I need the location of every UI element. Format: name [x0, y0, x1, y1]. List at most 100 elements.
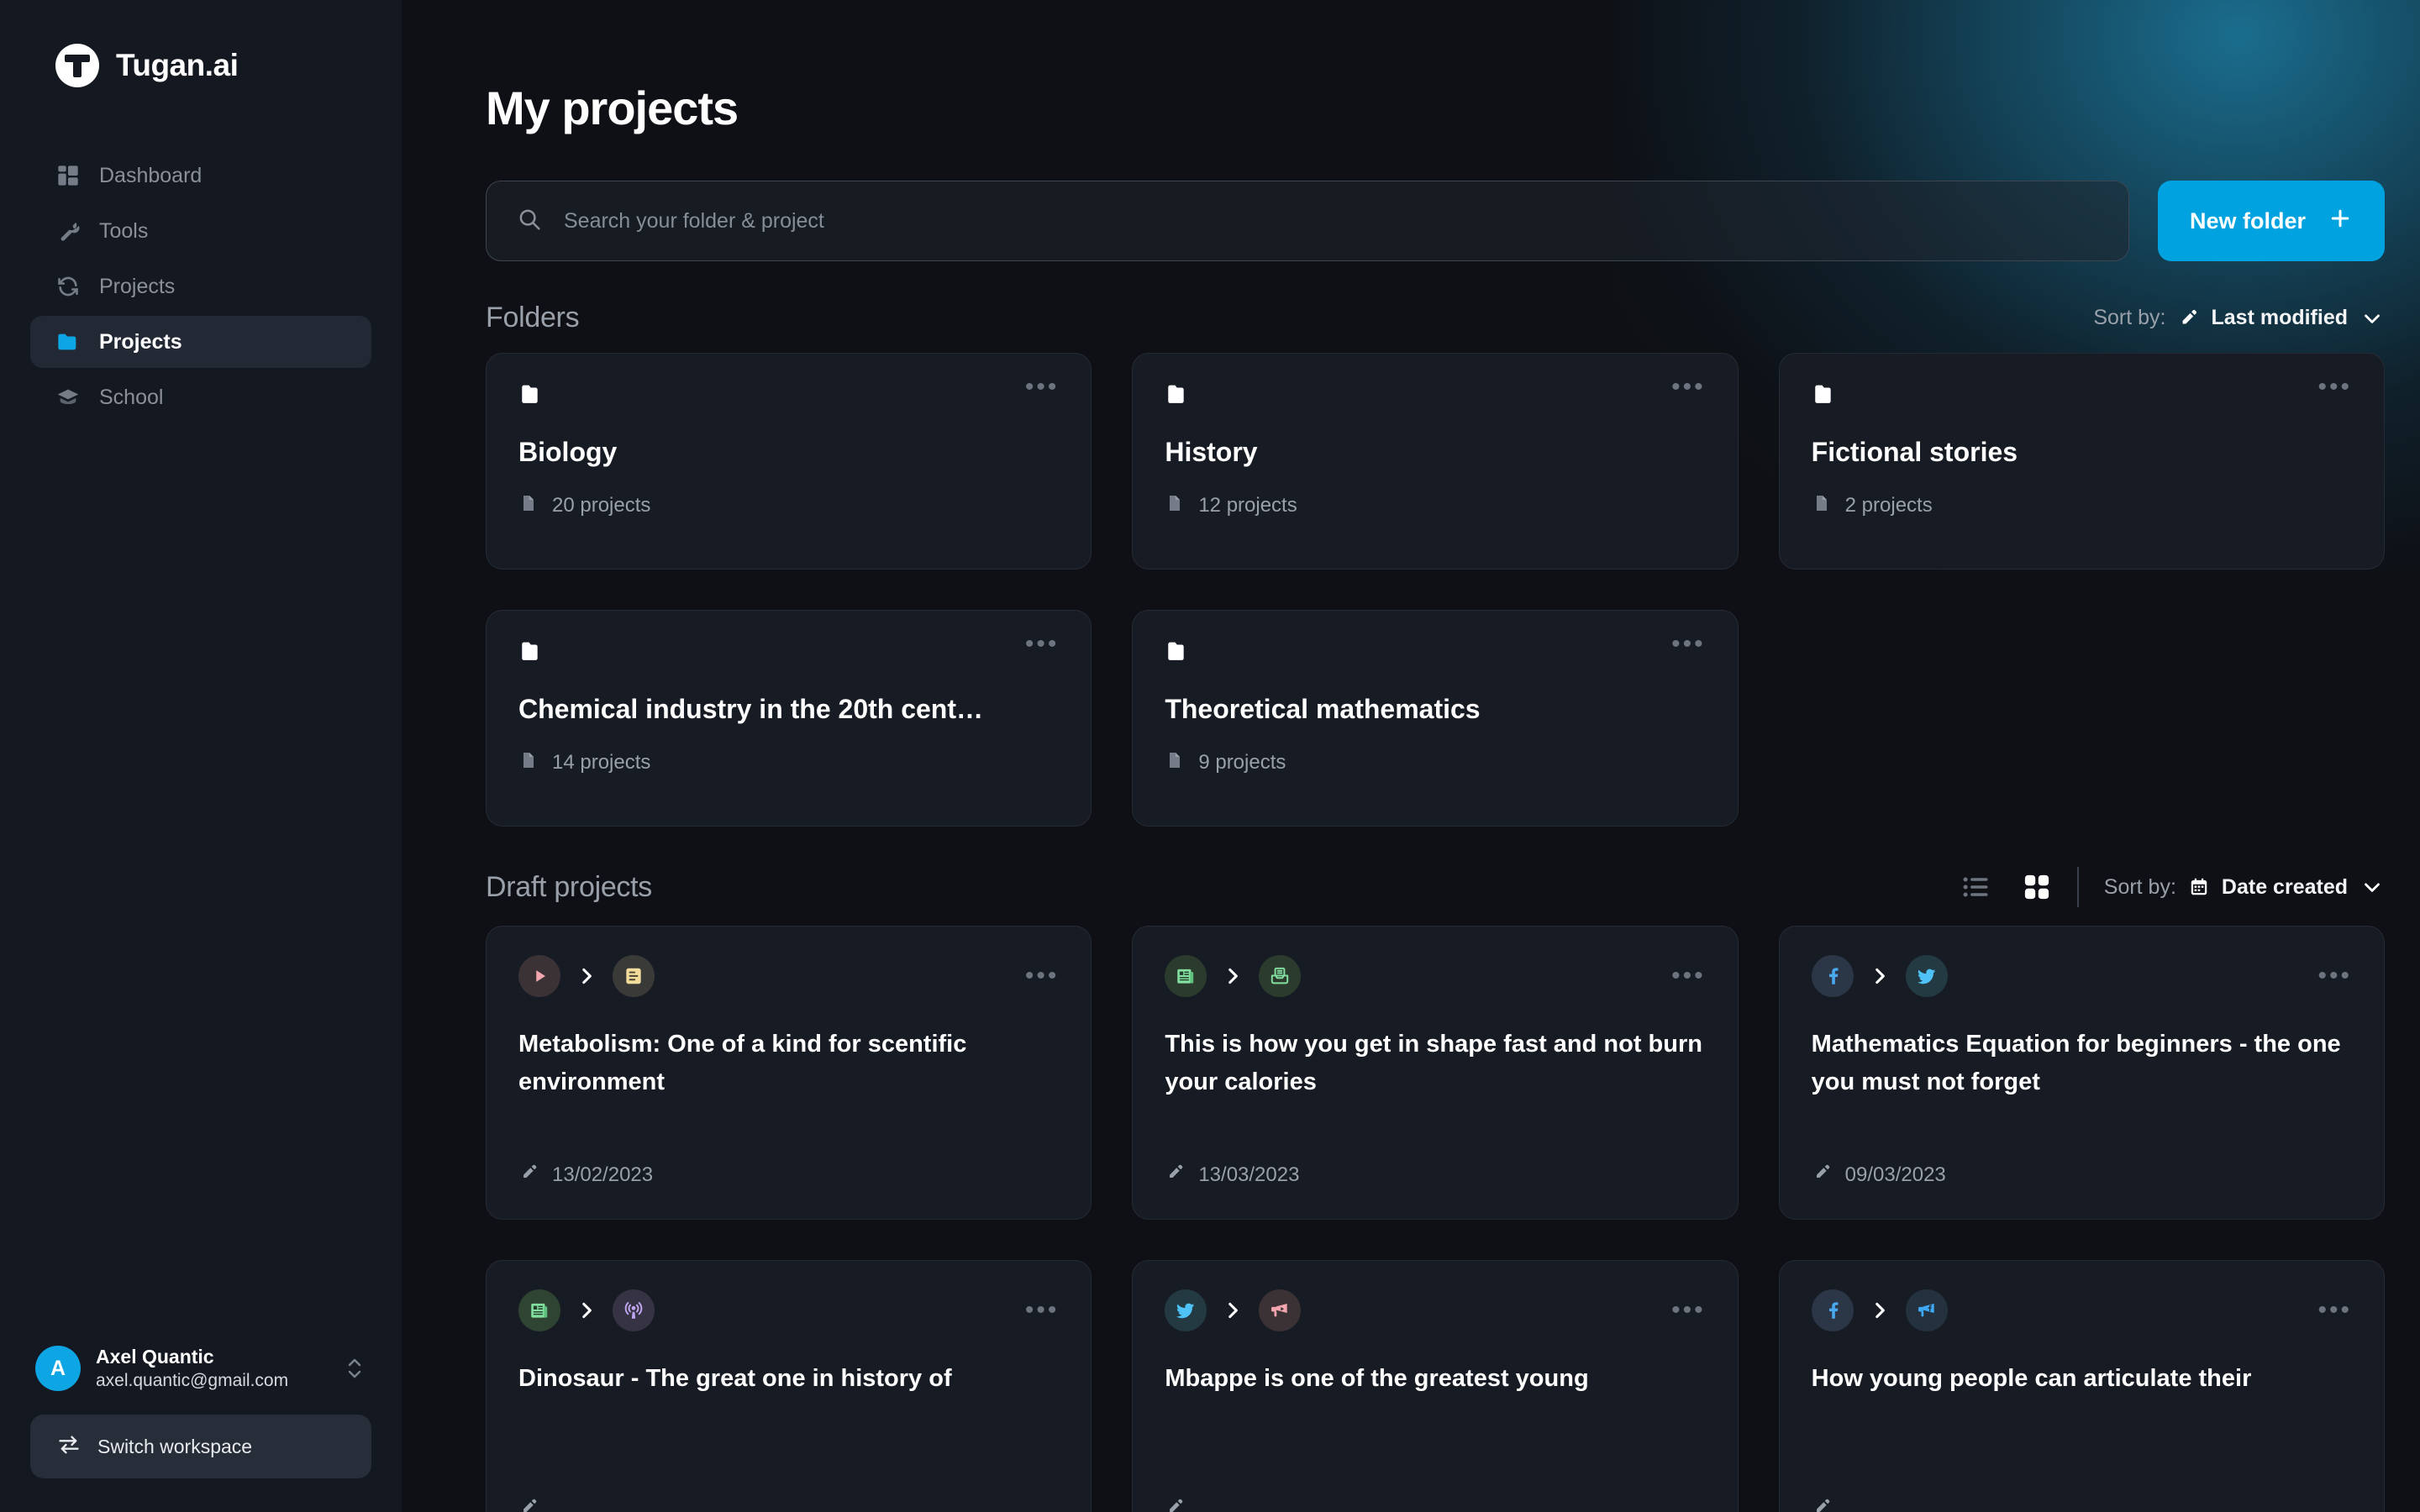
folder-icon — [55, 329, 81, 354]
project-date: 13/02/2023 — [552, 1163, 654, 1186]
folder-card[interactable]: ••• History 12 projects — [1132, 353, 1739, 570]
project-meta: 13/03/2023 — [1165, 1163, 1299, 1187]
folders-sort-control[interactable]: Sort by: Last modified — [2093, 306, 2385, 331]
project-card[interactable]: ••• How young people can articulate thei… — [1778, 1260, 2385, 1512]
project-card-top: ••• — [1165, 955, 1705, 997]
folder-project-count: 2 projects — [1844, 493, 1933, 517]
folder-meta: 12 projects — [1165, 493, 1705, 517]
project-card[interactable]: ••• Dinosaur - The great one in history … — [486, 1260, 1092, 1512]
file-icon — [1165, 493, 1185, 517]
twitter-icon — [1165, 1289, 1207, 1331]
pencil-icon — [2177, 307, 2199, 329]
project-title: This is how you get in shape fast and no… — [1165, 1031, 1702, 1095]
chevron-down-icon[interactable] — [2360, 874, 2385, 900]
search-row: New folder — [486, 181, 2385, 261]
more-dots-icon[interactable]: ••• — [1671, 632, 1706, 657]
more-dots-icon[interactable]: ••• — [1025, 1298, 1060, 1323]
brand[interactable]: Tugan.ai — [55, 44, 371, 87]
brand-name: Tugan.ai — [116, 48, 239, 82]
folder-icon — [1165, 638, 1193, 670]
file-icon — [1812, 493, 1832, 517]
project-title: Dinosaur - The great one in history of — [518, 1365, 952, 1392]
more-dots-icon[interactable]: ••• — [1025, 632, 1060, 657]
search-icon — [517, 207, 542, 236]
folder-icon — [1812, 381, 1840, 413]
chevron-down-icon[interactable] — [2360, 306, 2385, 331]
project-card-top: ••• — [518, 955, 1059, 997]
sidebar-item-dashboard[interactable]: Dashboard — [30, 150, 371, 202]
more-dots-icon[interactable]: ••• — [1025, 375, 1060, 400]
switch-workspace-button[interactable]: Switch workspace — [30, 1415, 371, 1478]
pencil-icon — [1165, 1497, 1185, 1512]
chevron-right-icon — [1222, 1299, 1244, 1321]
folders-sort-label: Sort by: — [2093, 306, 2166, 329]
refresh-icon — [55, 274, 81, 299]
grid-view-icon[interactable] — [2022, 872, 2052, 902]
more-dots-icon[interactable]: ••• — [2317, 375, 2352, 400]
chevron-right-icon — [1869, 1299, 1891, 1321]
folder-card-top: ••• — [518, 375, 1060, 413]
folder-project-count: 12 projects — [1198, 493, 1297, 517]
sidebar-nav: Dashboard Tools Projects Projects School — [30, 150, 371, 423]
folder-meta: 9 projects — [1165, 750, 1705, 774]
folder-icon — [518, 381, 547, 413]
project-meta — [518, 1497, 552, 1512]
plus-icon — [2328, 206, 2353, 237]
folder-card-top: ••• — [1165, 632, 1706, 670]
search-box[interactable] — [486, 181, 2129, 261]
sidebar-item-school[interactable]: School — [30, 371, 371, 423]
more-dots-icon[interactable]: ••• — [1671, 375, 1706, 400]
list-view-icon[interactable] — [1961, 872, 1991, 902]
calendar-icon — [2188, 876, 2210, 898]
youtube-icon — [518, 955, 560, 997]
page-title: My projects — [486, 81, 739, 134]
sidebar-item-projects[interactable]: Projects — [30, 316, 371, 368]
chevron-up-down-icon[interactable] — [343, 1354, 366, 1383]
video-ad-icon — [1259, 1289, 1302, 1331]
project-card[interactable]: ••• Mbappe is one of the greatest young — [1132, 1260, 1739, 1512]
folder-meta: 14 projects — [518, 750, 1059, 774]
project-card[interactable]: ••• This is how you get in shape fast an… — [1132, 926, 1739, 1220]
facebook-ad-icon — [1905, 1289, 1948, 1331]
folder-project-count: 20 projects — [552, 493, 651, 517]
more-dots-icon[interactable]: ••• — [1671, 1298, 1706, 1323]
user-account[interactable]: A Axel Quantic axel.quantic@gmail.com — [30, 1345, 371, 1393]
sidebar-item-label: Tools — [99, 218, 149, 243]
project-card[interactable]: ••• Mathematics Equation for beginners -… — [1778, 926, 2385, 1220]
newspaper-icon — [518, 1289, 560, 1331]
project-source-target — [518, 1289, 655, 1331]
more-dots-icon[interactable]: ••• — [2317, 963, 2352, 989]
article-icon — [613, 955, 655, 997]
sidebar-item-tools[interactable]: Tools — [30, 205, 371, 257]
chevron-right-icon — [1222, 965, 1244, 987]
folder-card[interactable]: ••• Biology 20 projects — [486, 353, 1092, 570]
pencil-icon — [518, 1163, 539, 1187]
twitter-icon — [1905, 955, 1948, 997]
project-card[interactable]: ••• Metabolism: One of a kind for scenti… — [486, 926, 1092, 1220]
sidebar-item-label: Projects — [99, 329, 182, 354]
project-card-top: ••• — [1811, 1289, 2352, 1331]
main-content: My projects New folder Folders — [402, 0, 2420, 1512]
sidebar-item-projects-sync[interactable]: Projects — [30, 260, 371, 312]
more-dots-icon[interactable]: ••• — [2317, 1298, 2352, 1323]
drafts-sort-value: Date created — [2221, 874, 2348, 899]
drafts-section-header: Draft projects Sort by: Date created — [486, 867, 2385, 907]
new-folder-button[interactable]: New folder — [2157, 181, 2385, 261]
folders-section-title: Folders — [486, 302, 580, 333]
switch-arrows-icon — [57, 1433, 81, 1461]
folder-card-top: ••• — [1165, 375, 1706, 413]
project-date: 13/03/2023 — [1198, 1163, 1300, 1186]
project-source-target — [1811, 1289, 1948, 1331]
folder-card[interactable]: ••• Chemical industry in the 20th cent… … — [486, 610, 1092, 827]
search-input[interactable] — [564, 208, 2098, 234]
more-dots-icon[interactable]: ••• — [1025, 963, 1060, 989]
folder-meta: 2 projects — [1812, 493, 2352, 517]
folder-card[interactable]: ••• Theoretical mathematics 9 projects — [1132, 610, 1739, 827]
more-dots-icon[interactable]: ••• — [1671, 963, 1706, 989]
folder-card[interactable]: ••• Fictional stories 2 projects — [1778, 353, 2385, 570]
drafts-sort-control[interactable]: Sort by: Date created — [2104, 874, 2385, 900]
folder-card-top: ••• — [1812, 375, 2352, 413]
toolbar-divider — [2076, 867, 2079, 907]
folder-project-count: 9 projects — [1198, 750, 1286, 774]
facebook-icon — [1811, 955, 1854, 997]
